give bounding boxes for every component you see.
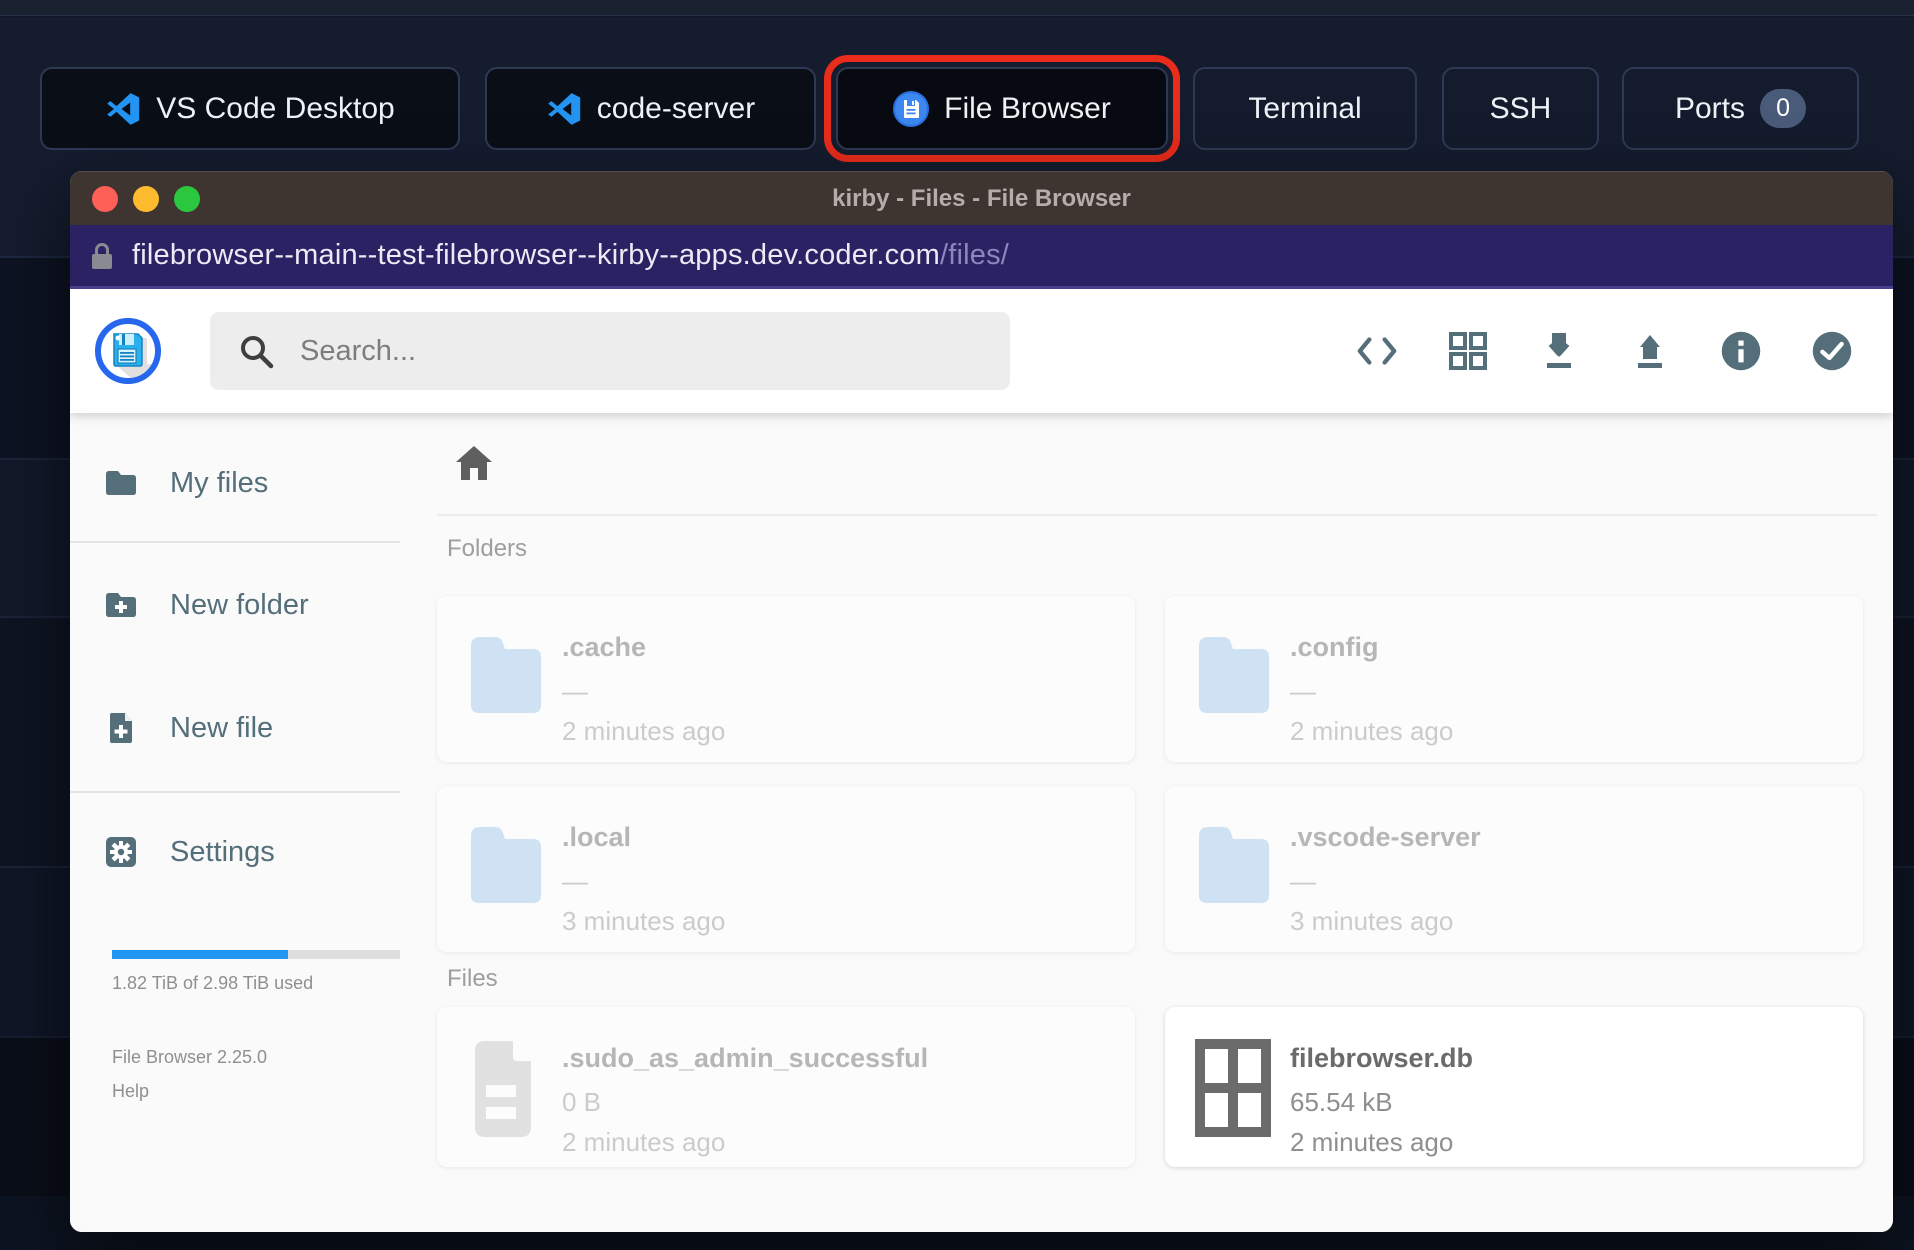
item-name: .vscode-server [1290,822,1481,852]
settings-icon [103,834,139,870]
files-header: Files [447,965,498,992]
download-icon[interactable] [1538,330,1580,372]
filebrowser-icon [893,90,930,127]
vscode-desktop-button[interactable]: VS Code Desktop [40,67,460,150]
url-path: /files/ [939,239,1010,271]
item-name: .local [562,822,632,852]
item-name: .config [1290,632,1379,662]
home-button[interactable] [453,443,495,485]
folders-grid: .cache — 2 minutes ago .config — 2 minutes a… [437,596,1863,952]
search-bar[interactable] [210,312,1010,390]
window-title: kirby - Files - File Browser [832,184,1131,212]
breadcrumb-divider [437,514,1877,516]
search-input[interactable] [300,334,982,368]
storage-usage-fill [112,950,288,959]
new-folder-icon [103,587,139,623]
file-listing: Folders .cache — 2 minutes ago .config — 2 m… [437,413,1893,1232]
sidebar: My files New folder New file Settings 1.… [70,413,437,1232]
select-icon[interactable] [1811,330,1853,372]
maximize-button[interactable] [174,186,200,212]
url-text: filebrowser--main--test-filebrowser--kir… [132,239,1009,272]
folder-icon [1193,630,1273,725]
folder-icon [1193,820,1273,915]
sidebar-item-label: New file [170,711,274,744]
item-size: — [562,676,588,706]
item-name: .cache [562,632,647,662]
item-modified: 3 minutes ago [1290,906,1454,936]
vscode-icon [105,91,141,127]
sidebar-item-new-folder[interactable]: New folder [103,581,309,629]
item-size: — [562,866,588,896]
folder-icon [465,630,545,725]
ssh-button[interactable]: SSH [1442,67,1599,150]
item-size: 65.54 kB [1290,1087,1393,1117]
sidebar-item-settings[interactable]: Settings [103,828,275,876]
ports-count-badge: 0 [1760,89,1807,128]
url-host: filebrowser--main--test-filebrowser--kir… [132,239,940,271]
window-content: My files New folder New file Settings 1.… [70,413,1893,1232]
vscode-icon [546,91,582,127]
item-name: filebrowser.db [1290,1043,1474,1073]
ports-button[interactable]: Ports 0 [1622,67,1859,150]
item-modified: 2 minutes ago [1290,716,1454,746]
search-icon [238,333,274,369]
upload-icon[interactable] [1629,330,1671,372]
folder-card[interactable]: .config — 2 minutes ago [1165,596,1863,762]
folder-card[interactable]: .cache — 2 minutes ago [437,596,1135,762]
item-modified: 2 minutes ago [1290,1127,1454,1157]
item-size: — [1290,676,1316,706]
sidebar-divider [70,541,400,543]
code-view-icon[interactable] [1356,330,1398,372]
terminal-button[interactable]: Terminal [1193,67,1417,150]
file-card[interactable]: .sudo_as_admin_successful 0 B 2 minutes ag… [437,1007,1135,1167]
new-file-icon [103,710,139,746]
folders-header: Folders [447,535,528,562]
item-modified: 2 minutes ago [562,1127,726,1157]
item-name: .sudo_as_admin_successful [562,1043,929,1073]
sidebar-item-my-files[interactable]: My files [103,459,268,507]
minimize-button[interactable] [133,186,159,212]
vscode-desktop-label: VS Code Desktop [156,91,395,125]
lock-icon [90,241,114,271]
sidebar-item-label: My files [170,466,269,499]
item-modified: 3 minutes ago [562,906,726,936]
app-header [70,289,1893,413]
ports-label: Ports [1674,91,1746,125]
file-card[interactable]: filebrowser.db 65.54 kB 2 minutes ago [1165,1007,1863,1167]
header-toolbar [1356,289,1853,413]
document-icon [471,1037,535,1146]
terminal-label: Terminal [1248,91,1362,125]
database-file-icon [1195,1039,1271,1142]
folder-card[interactable]: .vscode-server — 3 minutes ago [1165,786,1863,952]
sidebar-item-new-file[interactable]: New file [103,704,273,752]
close-button[interactable] [92,186,118,212]
ssh-label: SSH [1489,91,1552,125]
folder-icon [103,465,139,501]
sidebar-divider [70,791,400,793]
folder-icon [465,820,545,915]
storage-usage-text: 1.82 TiB of 2.98 TiB used [112,973,314,993]
code-server-button[interactable]: code-server [485,67,816,150]
sidebar-item-label: New folder [170,588,309,621]
browser-window: kirby - Files - File Browser filebrowser… [70,171,1893,1232]
grid-view-icon[interactable] [1447,330,1489,372]
url-bar[interactable]: filebrowser--main--test-filebrowser--kir… [70,225,1893,289]
item-size: 0 B [562,1087,602,1117]
item-size: — [1290,866,1316,896]
window-titlebar: kirby - Files - File Browser [70,171,1893,225]
sidebar-item-label: Settings [170,835,275,868]
folder-card[interactable]: .local — 3 minutes ago [437,786,1135,952]
storage-usage-bar [112,950,400,959]
code-server-label: code-server [596,91,756,125]
help-link[interactable]: Help [112,1081,149,1102]
app-version: File Browser 2.25.0 [112,1047,268,1067]
files-grid: .sudo_as_admin_successful 0 B 2 minutes ag… [437,1007,1863,1167]
file-browser-button[interactable]: File Browser [824,55,1180,162]
file-browser-label: File Browser [944,91,1111,125]
info-icon[interactable] [1720,330,1762,372]
item-modified: 2 minutes ago [562,716,726,746]
app-logo[interactable] [95,318,161,384]
